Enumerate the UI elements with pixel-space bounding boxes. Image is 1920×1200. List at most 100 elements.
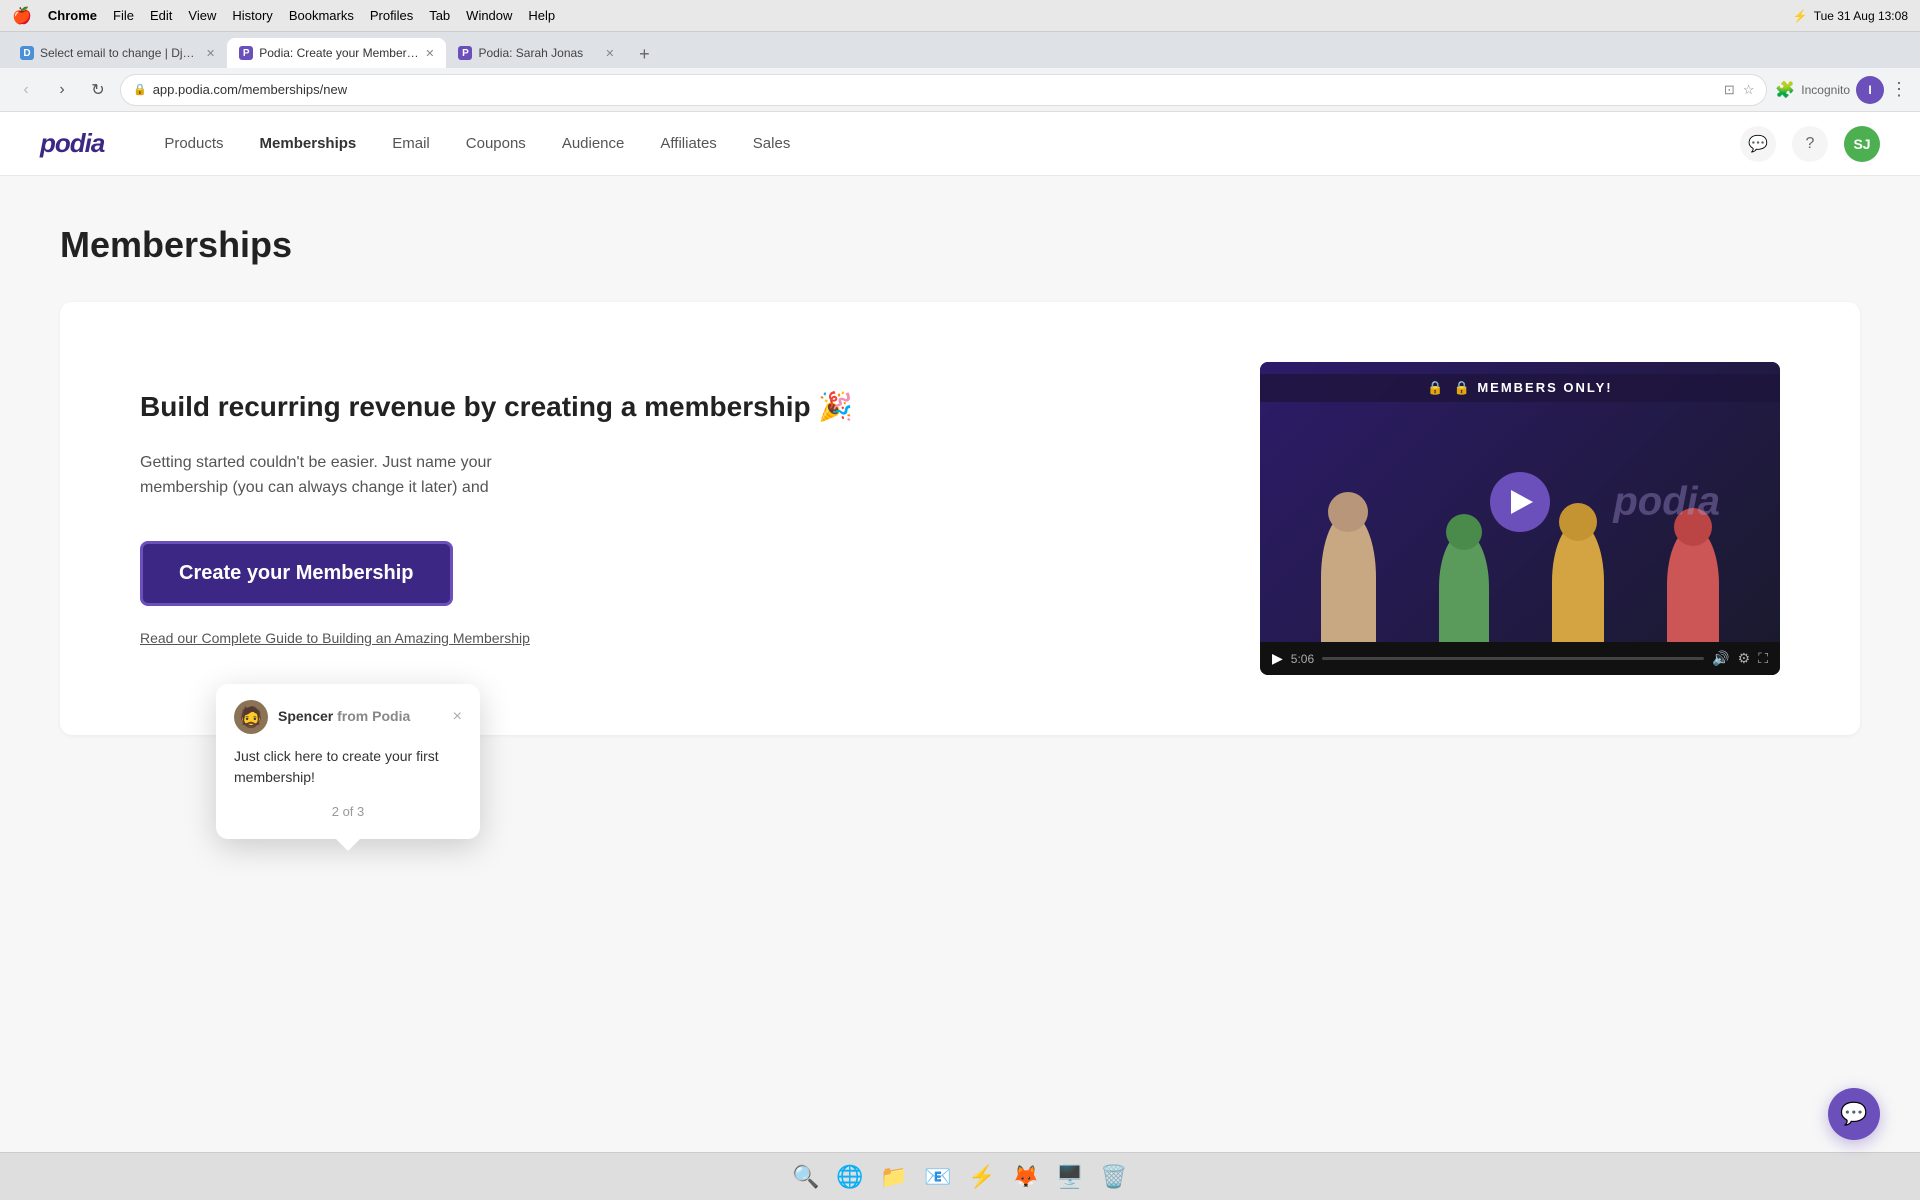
tooltip-pagination: 2 of 3: [234, 804, 462, 819]
vc-volume-icon[interactable]: 🔊: [1712, 650, 1729, 667]
address-bar[interactable]: 🔒 app.podia.com/memberships/new ⊡ ☆: [120, 74, 1767, 106]
menu-history[interactable]: History: [232, 8, 272, 23]
menu-chrome[interactable]: Chrome: [48, 8, 97, 23]
new-tab-button[interactable]: +: [630, 40, 658, 68]
nav-audience[interactable]: Audience: [562, 135, 625, 152]
macos-menu-left: 🍎 Chrome File Edit View History Bookmark…: [12, 6, 555, 26]
menu-bookmarks[interactable]: Bookmarks: [289, 8, 354, 23]
card-left: Build recurring revenue by creating a me…: [140, 389, 1180, 648]
page-body: Memberships Build recurring revenue by c…: [0, 176, 1920, 1152]
menu-view[interactable]: View: [188, 8, 216, 23]
menu-file[interactable]: File: [113, 8, 134, 23]
browser-menu-icon[interactable]: ⋮: [1890, 79, 1908, 100]
browser-tab-3[interactable]: P Podia: Sarah Jonas ✕: [446, 38, 626, 68]
nav-products[interactable]: Products: [164, 135, 223, 152]
figure-3: [1552, 522, 1604, 642]
play-triangle-icon: [1511, 490, 1533, 514]
address-bar-icons: ⊡ ☆: [1724, 82, 1755, 98]
incognito-label: Incognito: [1801, 83, 1850, 97]
tab3-title: Podia: Sarah Jonas: [478, 46, 583, 60]
tab3-close-icon[interactable]: ✕: [605, 47, 614, 60]
figure-1: [1321, 512, 1376, 642]
create-membership-button[interactable]: Create your Membership: [140, 541, 453, 606]
tab1-close-icon[interactable]: ✕: [206, 47, 215, 60]
video-banner: 🔒 🔒 MEMBERS ONLY!: [1260, 374, 1780, 402]
dock-chrome[interactable]: 🌐: [832, 1159, 868, 1195]
extensions-icon[interactable]: 🧩: [1775, 80, 1795, 100]
browser-content: podia Products Memberships Email Coupons…: [0, 112, 1920, 1152]
vc-fullscreen-icon[interactable]: ⛶: [1758, 650, 1768, 667]
nav-sales[interactable]: Sales: [753, 135, 791, 152]
tooltip-name: Spencer from Podia: [278, 708, 410, 724]
dock-terminal[interactable]: 🖥️: [1052, 1159, 1088, 1195]
vc-icons: 🔊 ⚙ ⛶: [1712, 650, 1768, 667]
nav-memberships[interactable]: Memberships: [260, 135, 357, 152]
page-title: Memberships: [60, 224, 1860, 266]
tab1-title: Select email to change | Djang...: [40, 46, 200, 60]
figure-2: [1439, 532, 1489, 642]
reload-button[interactable]: ↻: [84, 76, 112, 104]
macos-dock: 🔍 🌐 📁 📧 ⚡ 🦊 🖥️ 🗑️: [0, 1152, 1920, 1200]
chat-fab-icon: 💬: [1840, 1101, 1867, 1127]
tooltip-arrow-icon: [336, 839, 360, 851]
tooltip-sender: Spencer from Podia: [278, 708, 410, 726]
vc-settings-icon[interactable]: ⚙: [1738, 650, 1751, 667]
browser-toolbar: ‹ › ↻ 🔒 app.podia.com/memberships/new ⊡ …: [0, 68, 1920, 112]
bookmark-icon[interactable]: ☆: [1743, 82, 1755, 98]
tooltip-popup: 🧔 Spencer from Podia × Just click here t…: [216, 684, 480, 839]
guide-link[interactable]: Read our Complete Guide to Building an A…: [140, 630, 530, 646]
vc-progress-bar[interactable]: [1322, 657, 1704, 660]
tab2-favicon: P: [239, 46, 253, 60]
lock-banner-icon: 🔒: [1427, 380, 1445, 396]
menu-window[interactable]: Window: [466, 8, 512, 23]
vc-play-icon[interactable]: ▶: [1272, 650, 1283, 667]
macos-menubar: 🍎 Chrome File Edit View History Bookmark…: [0, 0, 1920, 32]
dock-finder[interactable]: 🔍: [788, 1159, 824, 1195]
video-player: 🔒 🔒 MEMBERS ONLY!: [1260, 362, 1780, 675]
battery-charging-icon: ⚡: [1793, 9, 1808, 23]
vc-duration: 5:06: [1291, 652, 1314, 666]
nav-coupons[interactable]: Coupons: [466, 135, 526, 152]
tooltip-close-icon[interactable]: ×: [453, 708, 462, 726]
menu-tab[interactable]: Tab: [429, 8, 450, 23]
forward-button[interactable]: ›: [48, 76, 76, 104]
video-content: 🔒 🔒 MEMBERS ONLY!: [1260, 362, 1780, 642]
video-play-button[interactable]: [1490, 472, 1550, 532]
tab2-close-icon[interactable]: ✕: [425, 47, 434, 60]
apple-logo-icon[interactable]: 🍎: [12, 6, 32, 26]
chat-fab-button[interactable]: 💬: [1828, 1088, 1880, 1140]
video-controls: ▶ 5:06 🔊 ⚙ ⛶: [1260, 642, 1780, 675]
main-card: Build recurring revenue by creating a me…: [60, 302, 1860, 735]
dock-trash[interactable]: 🗑️: [1096, 1159, 1132, 1195]
lock-icon: 🔒: [133, 83, 147, 96]
dock-firefox[interactable]: 🦊: [1008, 1159, 1044, 1195]
address-text: app.podia.com/memberships/new: [153, 82, 347, 97]
dock-energy[interactable]: ⚡: [964, 1159, 1000, 1195]
macos-status-bar: ⚡ Tue 31 Aug 13:08: [1793, 9, 1908, 23]
chat-nav-button[interactable]: 💬: [1740, 126, 1776, 162]
podia-logo[interactable]: podia: [40, 128, 104, 159]
cast-icon: ⊡: [1724, 82, 1735, 98]
nav-affiliates[interactable]: Affiliates: [660, 135, 716, 152]
figure-4: [1667, 527, 1719, 642]
menu-profiles[interactable]: Profiles: [370, 8, 413, 23]
dock-files[interactable]: 📁: [876, 1159, 912, 1195]
menu-edit[interactable]: Edit: [150, 8, 172, 23]
video-podia-watermark: podia: [1613, 480, 1720, 525]
back-button[interactable]: ‹: [12, 76, 40, 104]
nav-email[interactable]: Email: [392, 135, 430, 152]
nav-right: 💬 ? SJ: [1740, 126, 1880, 162]
browser-tab-1[interactable]: D Select email to change | Djang... ✕: [8, 38, 227, 68]
user-avatar[interactable]: SJ: [1844, 126, 1880, 162]
tooltip-message: Just click here to create your first mem…: [234, 746, 462, 788]
card-body-text: Getting started couldn't be easier. Just…: [140, 450, 580, 501]
toolbar-right: 🧩 Incognito I ⋮: [1775, 76, 1908, 104]
dock-mail[interactable]: 📧: [920, 1159, 956, 1195]
podia-navbar: podia Products Memberships Email Coupons…: [0, 112, 1920, 176]
menu-help[interactable]: Help: [528, 8, 555, 23]
help-nav-button[interactable]: ?: [1792, 126, 1828, 162]
tab2-title: Podia: Create your Membershi...: [259, 46, 419, 60]
browser-profile-avatar[interactable]: I: [1856, 76, 1884, 104]
browser-tab-2[interactable]: P Podia: Create your Membershi... ✕: [227, 38, 446, 68]
tooltip-header: 🧔 Spencer from Podia ×: [234, 700, 462, 734]
